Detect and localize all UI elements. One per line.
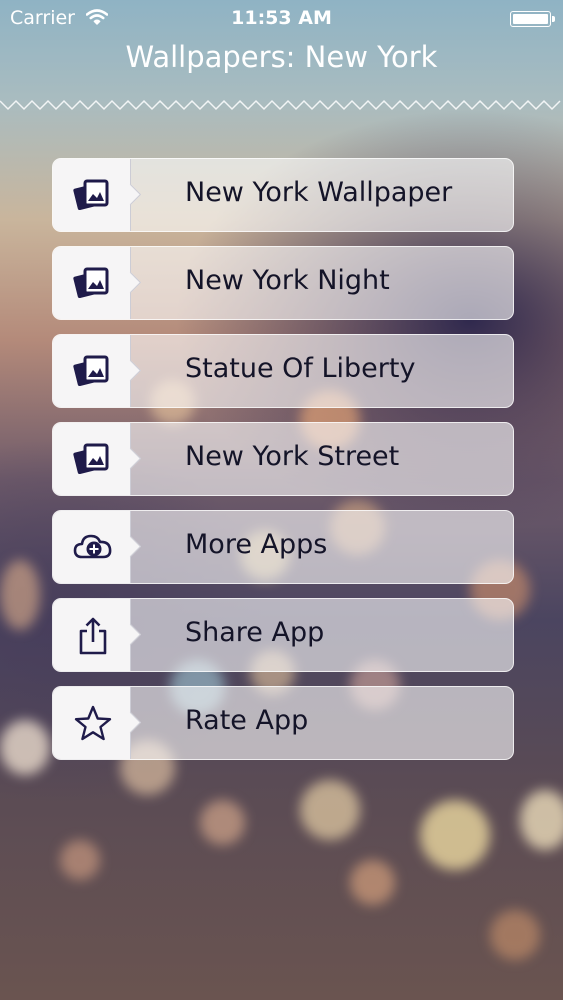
menu-item-label: More Apps <box>185 529 328 560</box>
photos-icon <box>73 267 109 298</box>
menu-item-new-york-street[interactable]: New York Street <box>52 422 514 496</box>
cloud-plus-icon <box>73 534 112 559</box>
menu-item-new-york-wallpaper[interactable]: New York Wallpaper <box>52 158 514 232</box>
menu-item-label: New York Night <box>185 265 390 296</box>
menu-item-new-york-night[interactable]: New York Night <box>52 246 514 320</box>
photos-icon <box>73 179 109 210</box>
page-title: Wallpapers: New York <box>125 40 438 74</box>
photos-icon <box>73 355 109 386</box>
share-icon <box>79 617 107 655</box>
menu-item-label: Share App <box>185 617 325 648</box>
photos-icon <box>73 443 109 474</box>
zigzag-divider <box>0 99 561 111</box>
background-image <box>0 0 563 1000</box>
menu-item-label: Rate App <box>185 705 309 736</box>
menu-item-share-app[interactable]: Share App <box>52 598 514 672</box>
clock: 11:53 AM <box>231 7 332 29</box>
menu-item-label: New York Wallpaper <box>185 177 453 208</box>
menu-item-rate-app[interactable]: Rate App <box>52 686 514 760</box>
battery-icon <box>510 11 555 27</box>
menu-item-label: New York Street <box>185 441 400 472</box>
menu-item-label: Statue Of Liberty <box>185 353 416 384</box>
status-bar: Carrier 11:53 AM <box>0 0 563 36</box>
menu-item-statue-of-liberty[interactable]: Statue Of Liberty <box>52 334 514 408</box>
menu-item-more-apps[interactable]: More Apps <box>52 510 514 584</box>
star-icon <box>74 705 112 741</box>
